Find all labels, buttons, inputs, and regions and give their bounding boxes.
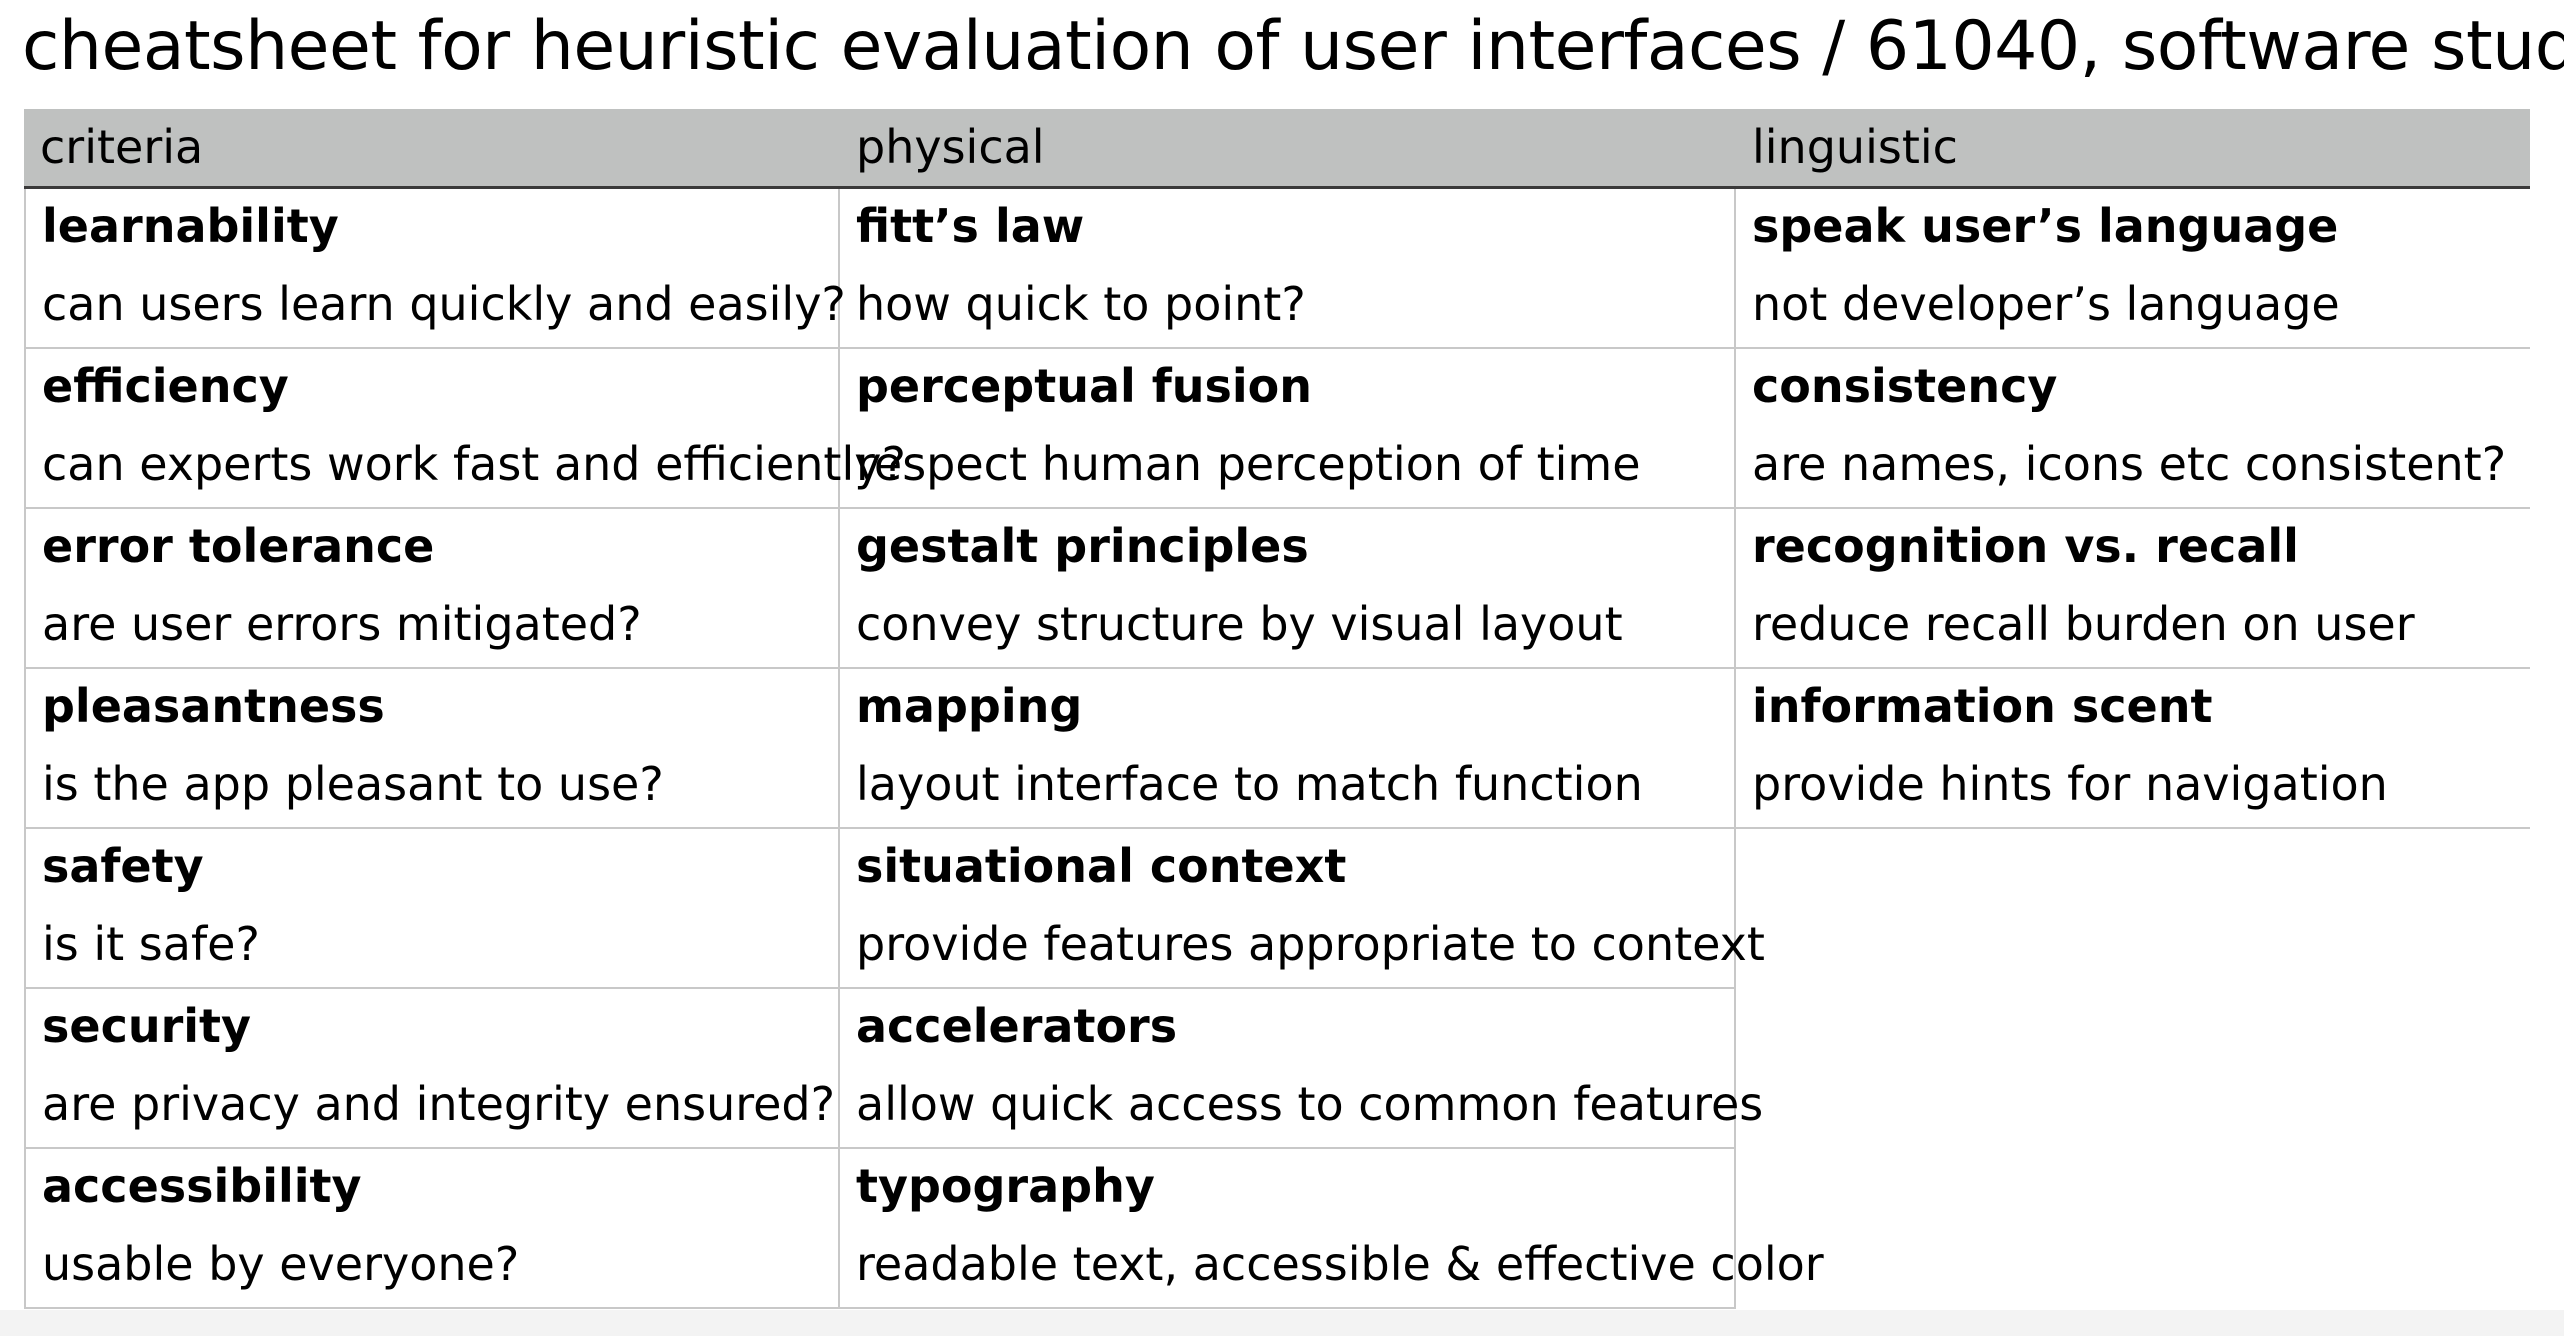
physical-heuristic-description: convey structure by visual layout (856, 597, 1623, 651)
heuristics-table: criteria physical linguistic learnabilit… (24, 109, 2530, 1313)
criteria-cell: security are privacy and integrity ensure… (24, 989, 840, 1149)
linguistic-heuristic-title: consistency (1752, 359, 2058, 413)
criteria-heuristic-title: accessibility (42, 1159, 362, 1213)
physical-heuristic-title: accelerators (856, 999, 1178, 1053)
linguistic-cell: recognition vs. recall reduce recall burd… (1736, 509, 2530, 669)
physical-heuristic-title: gestalt principles (856, 519, 1309, 573)
physical-heuristic-title: fitt’s law (856, 199, 1085, 253)
physical-heuristic-description: provide features appropriate to context (856, 917, 1765, 971)
physical-heuristic-title: typography (856, 1159, 1155, 1213)
criteria-heuristic-title: efficiency (42, 359, 289, 413)
physical-heuristic-description: how quick to point? (856, 277, 1306, 331)
physical-heuristic-title: mapping (856, 679, 1083, 733)
linguistic-cell: information scent provide hints for navig… (1736, 669, 2530, 829)
physical-heuristic-title: perceptual fusion (856, 359, 1313, 413)
physical-cell: perceptual fusion respect human perceptio… (840, 349, 1736, 509)
physical-cell: typography readable text, accessible & ef… (840, 1149, 1824, 1309)
linguistic-cell: consistency are names, icons etc consiste… (1736, 349, 2530, 509)
criteria-heuristic-description: is it safe? (42, 917, 260, 971)
physical-cell: situational context provide features appr… (840, 829, 1765, 989)
criteria-heuristic-description: can users learn quickly and easily? (42, 277, 846, 331)
criteria-heuristic-description: are user errors mitigated? (42, 597, 642, 651)
physical-cell: fitt’s law how quick to point? (840, 189, 1736, 349)
linguistic-cell: speak user’s language not developer’s lan… (1736, 189, 2530, 349)
criteria-cell: accessibility usable by everyone? (24, 1149, 840, 1309)
criteria-heuristic-title: pleasantness (42, 679, 385, 733)
criteria-heuristic-description: is the app pleasant to use? (42, 757, 664, 811)
table-header-row: criteria physical linguistic (24, 109, 2530, 189)
physical-heuristic-description: respect human perception of time (856, 437, 1641, 491)
criteria-heuristic-title: error tolerance (42, 519, 435, 573)
linguistic-heuristic-title: information scent (1752, 679, 2213, 733)
criteria-cell: pleasantness is the app pleasant to use? (24, 669, 840, 829)
linguistic-heuristic-description: are names, icons etc consistent? (1752, 437, 2507, 491)
criteria-heuristic-title: security (42, 999, 252, 1053)
column-header-criteria: criteria (40, 120, 204, 174)
column-header-linguistic: linguistic (1752, 120, 1958, 174)
physical-cell: accelerators allow quick access to common… (840, 989, 1763, 1149)
linguistic-heuristic-description: reduce recall burden on user (1752, 597, 2415, 651)
bottom-strip (0, 1310, 2564, 1336)
criteria-cell: safety is it safe? (24, 829, 840, 989)
criteria-heuristic-description: usable by everyone? (42, 1237, 520, 1291)
criteria-cell: efficiency can experts work fast and effi… (24, 349, 906, 509)
linguistic-heuristic-title: speak user’s language (1752, 199, 2339, 253)
criteria-cell: learnability can users learn quickly and … (24, 189, 846, 349)
physical-heuristic-description: layout interface to match function (856, 757, 1643, 811)
physical-heuristic-title: situational context (856, 839, 1347, 893)
linguistic-heuristic-title: recognition vs. recall (1752, 519, 2299, 573)
physical-cell: mapping layout interface to match functio… (840, 669, 1736, 829)
page-title: cheatsheet for heuristic evaluation of u… (22, 7, 2564, 86)
criteria-heuristic-description: are privacy and integrity ensured? (42, 1077, 836, 1131)
linguistic-heuristic-description: provide hints for navigation (1752, 757, 2388, 811)
criteria-cell: error tolerance are user errors mitigated… (24, 509, 840, 669)
physical-cell: gestalt principles convey structure by vi… (840, 509, 1736, 669)
physical-heuristic-description: allow quick access to common features (856, 1077, 1764, 1131)
linguistic-heuristic-description: not developer’s language (1752, 277, 2340, 331)
criteria-heuristic-title: safety (42, 839, 204, 893)
physical-heuristic-description: readable text, accessible & effective co… (856, 1237, 1824, 1291)
column-header-physical: physical (856, 120, 1045, 174)
criteria-heuristic-description: can experts work fast and efficiently? (42, 437, 906, 491)
criteria-heuristic-title: learnability (42, 199, 339, 253)
